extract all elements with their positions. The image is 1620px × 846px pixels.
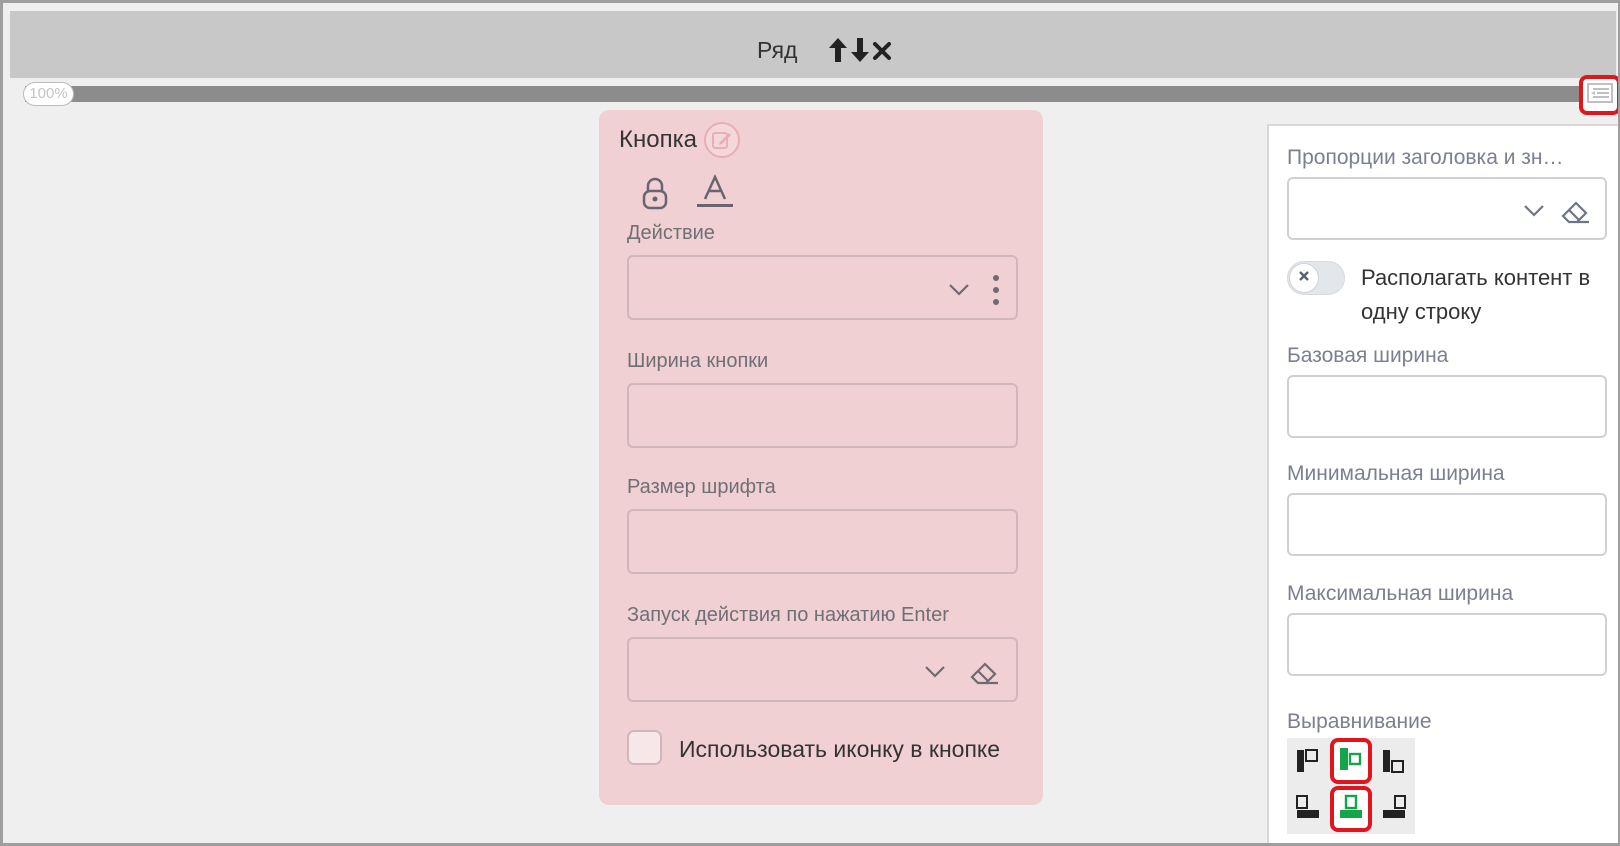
align-left-bottom-button[interactable]	[1373, 740, 1415, 786]
proportions-select[interactable]	[1287, 177, 1607, 240]
arrow-down-icon[interactable]	[850, 37, 870, 67]
single-line-toggle[interactable]	[1287, 261, 1345, 295]
action-label: Действие	[627, 222, 715, 244]
eraser-icon[interactable]	[968, 656, 1000, 693]
row-actions	[828, 37, 892, 67]
button-component-card[interactable]: Кнопка Действие Ширина кнопки Размер шри…	[599, 110, 1043, 805]
row-title: Ряд	[757, 37, 798, 63]
align-left-top-icon	[1295, 748, 1321, 779]
app-frame: Ряд 100% Кнопка Действие Ширина кнопки Р…	[0, 0, 1620, 846]
align-top-right-button[interactable]	[1373, 786, 1415, 832]
align-left-center-button[interactable]	[1330, 738, 1372, 784]
chevron-down-icon[interactable]	[1523, 204, 1545, 223]
chevron-down-icon[interactable]	[924, 665, 946, 684]
proportions-label: Пропорции заголовка и зн…	[1287, 146, 1564, 169]
use-icon-label: Использовать иконку в кнопке	[679, 736, 1001, 762]
toggle-knob	[1289, 263, 1319, 293]
min-width-label: Минимальная ширина	[1287, 462, 1505, 485]
eraser-icon[interactable]	[1559, 195, 1591, 232]
panel-toggle-icon	[1587, 82, 1613, 108]
max-width-label: Максимальная ширина	[1287, 582, 1514, 605]
alignment-label: Выравнивание	[1287, 710, 1432, 733]
min-width-input[interactable]	[1287, 493, 1607, 556]
chevron-down-icon[interactable]	[948, 283, 970, 302]
action-select[interactable]	[627, 255, 1018, 320]
font-style-icon[interactable]	[697, 173, 733, 215]
button-card-title: Кнопка	[619, 126, 697, 153]
align-left-bottom-icon	[1381, 748, 1407, 779]
edit-icon[interactable]	[704, 122, 740, 158]
button-width-input[interactable]	[627, 383, 1018, 448]
panel-toggle-button[interactable]	[1579, 75, 1618, 115]
align-top-center-button[interactable]	[1330, 786, 1372, 832]
button-width-label: Ширина кнопки	[627, 350, 769, 372]
enter-trigger-select[interactable]	[627, 637, 1018, 702]
row-header: Ряд	[10, 11, 1616, 78]
max-width-input[interactable]	[1287, 613, 1607, 676]
arrow-up-icon[interactable]	[828, 37, 848, 67]
close-icon[interactable]	[872, 37, 892, 67]
align-top-left-button[interactable]	[1287, 786, 1329, 832]
align-left-center-icon	[1338, 746, 1364, 777]
base-width-label: Базовая ширина	[1287, 344, 1449, 367]
align-left-top-button[interactable]	[1287, 740, 1329, 786]
base-width-input[interactable]	[1287, 375, 1607, 438]
alignment-grid	[1287, 738, 1415, 834]
single-line-label: Располагать контент в одну строку	[1361, 265, 1591, 324]
lock-icon[interactable]	[641, 176, 669, 215]
use-icon-checkbox[interactable]	[627, 730, 662, 765]
scale-label: 100%	[23, 82, 74, 106]
more-vertical-icon[interactable]	[992, 274, 1000, 311]
font-size-label: Размер шрифта	[627, 476, 776, 498]
align-top-center-icon	[1338, 794, 1364, 825]
enter-trigger-label: Запуск действия по нажатию Enter	[627, 604, 949, 626]
close-icon	[1298, 269, 1310, 287]
align-top-left-icon	[1295, 794, 1321, 825]
properties-panel: Пропорции заголовка и зн… Располагать ко…	[1267, 124, 1618, 843]
scale-bar[interactable]	[25, 86, 1590, 102]
font-size-input[interactable]	[627, 509, 1018, 574]
align-top-right-icon	[1381, 794, 1407, 825]
